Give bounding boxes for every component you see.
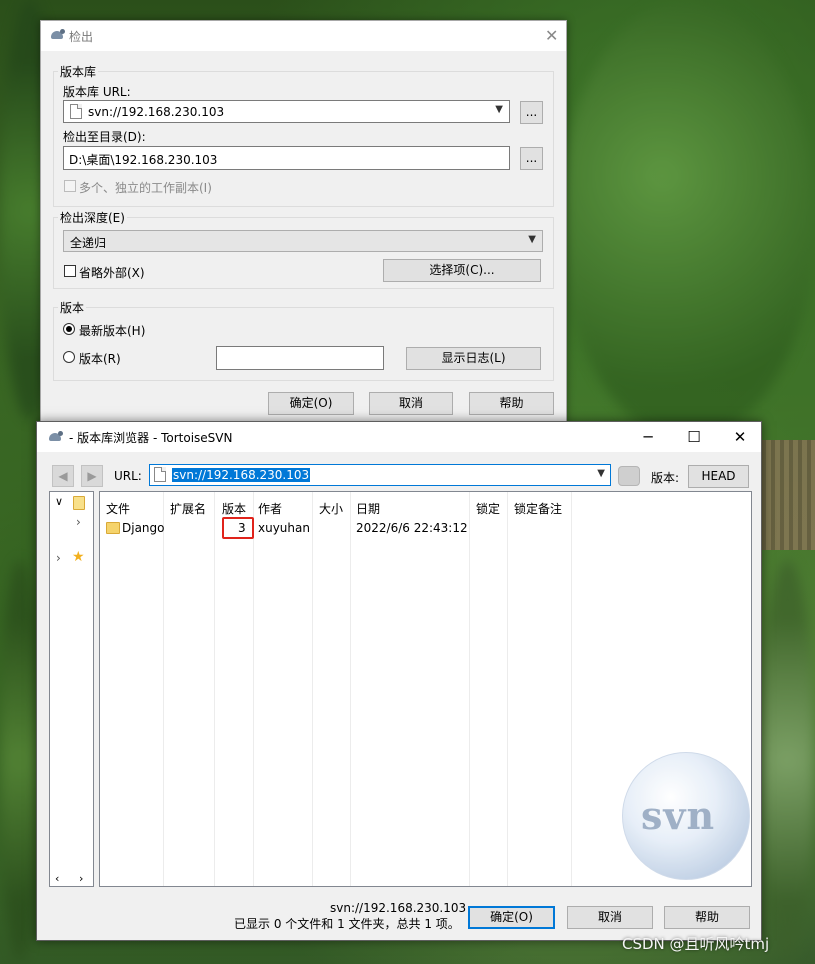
column-header-date[interactable]: 日期 bbox=[356, 500, 380, 517]
minimize-icon[interactable]: ─ bbox=[625, 424, 671, 450]
revision-label: 版本(R) bbox=[79, 352, 121, 366]
show-log-button[interactable]: 显示日志(L) bbox=[406, 347, 541, 370]
close-icon[interactable]: ✕ bbox=[717, 424, 763, 450]
column-header-size[interactable]: 大小 bbox=[319, 500, 343, 517]
depth-group-label: 检出深度(E) bbox=[60, 211, 125, 225]
checkout-dir-value: D:\桌面\192.168.230.103 bbox=[69, 153, 218, 167]
status-url: svn://192.168.230.103 bbox=[330, 901, 467, 915]
choose-items-button[interactable]: 选择项(C)... bbox=[383, 259, 541, 282]
checkout-dir-field[interactable]: D:\桌面\192.168.230.103 bbox=[63, 146, 510, 170]
csdn-watermark: CSDN @且听风吟tmj bbox=[622, 935, 770, 953]
checkout-dir-label: 检出至目录(D): bbox=[63, 130, 146, 144]
column-header-author[interactable]: 作者 bbox=[258, 500, 282, 517]
scroll-right-icon[interactable]: › bbox=[79, 872, 83, 885]
chevron-right-icon[interactable]: › bbox=[76, 515, 81, 529]
column-divider bbox=[253, 492, 254, 886]
chevron-down-icon[interactable]: ▼ bbox=[495, 104, 503, 115]
head-revision-label: 最新版本(H) bbox=[79, 324, 146, 338]
status-summary: 已显示 0 个文件和 1 文件夹，总共 1 项。 bbox=[234, 917, 460, 931]
revision-group-label: 版本 bbox=[60, 301, 85, 315]
repo-url-label: 版本库 URL: bbox=[63, 85, 131, 99]
repo-browser-window: - 版本库浏览器 - TortoiseSVN ─ ☐ ✕ ◀ ▶ URL: sv… bbox=[36, 421, 762, 941]
head-revision-radio[interactable] bbox=[63, 323, 75, 335]
revision-highlight-box bbox=[222, 517, 254, 539]
scroll-left-icon[interactable]: ‹ bbox=[55, 872, 59, 885]
checkout-titlebar: 检出 ✕ bbox=[41, 21, 566, 51]
chevron-down-icon[interactable]: ▼ bbox=[597, 468, 605, 479]
revision-field[interactable] bbox=[216, 346, 384, 370]
background-foliage bbox=[560, 0, 815, 440]
repo-tree[interactable]: ∨ › › ★ ‹ › bbox=[49, 491, 94, 887]
chevron-right-icon[interactable]: › bbox=[56, 551, 61, 565]
multiple-copies-label: 多个、独立的工作副本(I) bbox=[79, 181, 212, 195]
browse-dir-button[interactable]: ... bbox=[520, 147, 543, 170]
row-author: xuyuhan bbox=[258, 521, 310, 535]
column-header-file[interactable]: 文件 bbox=[106, 500, 130, 517]
background-foliage bbox=[760, 560, 815, 960]
file-list[interactable]: ^ 文件 扩展名 版本 作者 大小 日期 锁定 锁定备注 Django 3 xu… bbox=[99, 491, 752, 887]
document-icon bbox=[70, 104, 82, 119]
repo-url-combo[interactable]: svn://192.168.230.103 ▼ bbox=[63, 100, 510, 123]
url-value[interactable]: svn://192.168.230.103 bbox=[172, 468, 311, 482]
repo-browser-titlebar: - 版本库浏览器 - TortoiseSVN ─ ☐ ✕ bbox=[37, 422, 761, 452]
star-icon[interactable]: ★ bbox=[72, 549, 85, 565]
url-combo[interactable]: svn://192.168.230.103 ▼ bbox=[149, 464, 611, 486]
checkout-dialog: 检出 ✕ 版本库 版本库 URL: svn://192.168.230.103 … bbox=[40, 20, 567, 430]
help-button[interactable]: 帮助 bbox=[664, 906, 750, 929]
column-header-revision[interactable]: 版本 bbox=[222, 500, 246, 517]
chevron-down-icon[interactable]: ▼ bbox=[528, 234, 536, 245]
folder-icon bbox=[73, 496, 85, 510]
background-bench bbox=[762, 440, 815, 550]
sort-asc-icon: ^ bbox=[129, 491, 137, 499]
document-icon bbox=[154, 467, 166, 482]
column-header-ext[interactable]: 扩展名 bbox=[170, 500, 206, 517]
repo-url-value: svn://192.168.230.103 bbox=[88, 105, 225, 119]
tortoise-icon bbox=[49, 29, 65, 41]
column-divider bbox=[214, 492, 215, 886]
maximize-icon[interactable]: ☐ bbox=[671, 424, 717, 450]
multiple-copies-checkbox bbox=[64, 180, 76, 192]
svn-logo-text: svn bbox=[641, 793, 716, 838]
column-header-lock[interactable]: 锁定 bbox=[476, 500, 500, 517]
background-foliage bbox=[0, 560, 40, 960]
omit-externals-label: 省略外部(X) bbox=[79, 266, 145, 280]
row-file-name[interactable]: Django bbox=[122, 521, 165, 535]
cancel-button[interactable]: 取消 bbox=[567, 906, 653, 929]
head-revision-button[interactable]: HEAD bbox=[688, 465, 749, 488]
revision-label: 版本: bbox=[651, 471, 680, 485]
help-button[interactable]: 帮助 bbox=[469, 392, 554, 415]
column-divider bbox=[312, 492, 313, 886]
column-divider bbox=[163, 492, 164, 886]
repo-group-label: 版本库 bbox=[60, 65, 97, 79]
folder-icon bbox=[106, 522, 120, 534]
column-divider bbox=[350, 492, 351, 886]
depth-value: 全递归 bbox=[70, 236, 107, 250]
column-divider bbox=[507, 492, 508, 886]
ok-button[interactable]: 确定(O) bbox=[268, 392, 354, 415]
repo-browser-title: - 版本库浏览器 - TortoiseSVN bbox=[69, 431, 233, 445]
row-date: 2022/6/6 22:43:12 bbox=[356, 521, 468, 535]
tortoise-icon bbox=[47, 431, 63, 443]
ok-button[interactable]: 确定(O) bbox=[468, 906, 555, 929]
depth-select[interactable]: 全递归 ▼ bbox=[63, 230, 543, 252]
back-arrow-icon[interactable]: ◀ bbox=[52, 465, 74, 487]
omit-externals-checkbox[interactable] bbox=[64, 265, 76, 277]
comment-icon[interactable] bbox=[618, 466, 640, 486]
svn-logo: svn bbox=[622, 752, 750, 880]
close-icon[interactable]: ✕ bbox=[545, 28, 558, 44]
url-label: URL: bbox=[114, 469, 142, 483]
forward-arrow-icon[interactable]: ▶ bbox=[81, 465, 103, 487]
column-divider bbox=[469, 492, 470, 886]
column-header-lock-comment[interactable]: 锁定备注 bbox=[514, 500, 562, 517]
checkout-title: 检出 bbox=[69, 30, 94, 44]
browse-repo-button[interactable]: ... bbox=[520, 101, 543, 124]
chevron-down-icon[interactable]: ∨ bbox=[55, 495, 63, 508]
column-divider bbox=[571, 492, 572, 886]
revision-radio[interactable] bbox=[63, 351, 75, 363]
cancel-button[interactable]: 取消 bbox=[369, 392, 453, 415]
